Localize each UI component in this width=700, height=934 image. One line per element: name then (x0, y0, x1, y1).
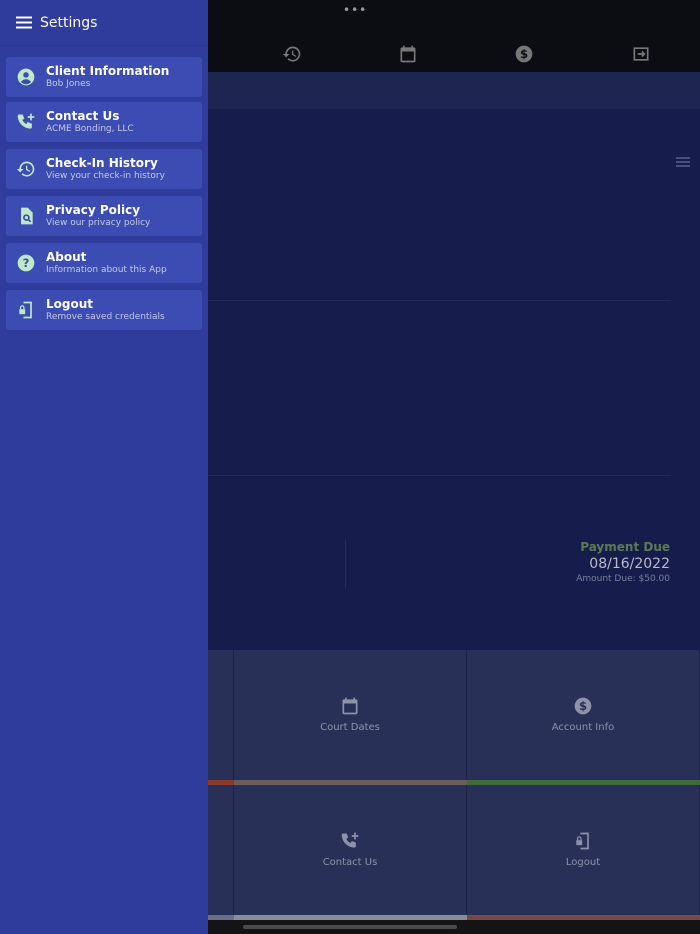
item-subtitle: ACME Bonding, LLC (46, 124, 134, 134)
dollar-icon[interactable]: $ (514, 44, 534, 64)
phone-plus-icon (17, 113, 35, 129)
drawer-header: Settings (0, 0, 208, 46)
tile-label: Account Info (551, 722, 615, 733)
payment-due-title: Payment Due (580, 540, 670, 554)
svg-text:?: ? (23, 256, 30, 270)
home-indicator[interactable] (243, 925, 457, 929)
phone-plus-icon (341, 832, 359, 848)
tile-partial[interactable] (208, 785, 234, 915)
logout-icon[interactable] (631, 44, 651, 64)
drawer-item-client-information[interactable]: Client Information Bob Jones (6, 57, 202, 97)
menu-icon[interactable] (676, 156, 690, 168)
payment-due: Payment Due 08/16/2022 Amount Due: $50.0… (576, 540, 670, 584)
history-icon (16, 161, 35, 177)
drawer-item-privacy-policy[interactable]: Privacy Policy View our privacy policy (6, 196, 202, 236)
file-search-icon (21, 207, 33, 225)
drawer-item-logout[interactable]: Logout Remove saved credentials (6, 290, 202, 330)
drawer-item-about[interactable]: ? About Information about this App (6, 243, 202, 283)
payment-due-date: 08/16/2022 (589, 556, 670, 572)
amount-due: Amount Due: $50.00 (576, 574, 670, 584)
calendar-icon[interactable] (398, 44, 418, 64)
history-icon[interactable] (282, 44, 302, 64)
drawer-item-check-in-history[interactable]: Check-In History View your check-in histo… (6, 149, 202, 189)
tile-label: Court Dates (320, 722, 380, 733)
drawer-title: Settings (40, 14, 98, 31)
item-title: Client Information (46, 64, 170, 78)
settings-drawer: Settings Client Information Bob Jones Con… (0, 0, 208, 934)
item-title: Privacy Policy (46, 203, 141, 217)
item-subtitle: Bob Jones (46, 79, 91, 89)
svg-text:$: $ (520, 47, 528, 61)
phone-lock-icon (576, 832, 589, 850)
item-title: Logout (46, 297, 94, 311)
phone-lock-icon (19, 301, 32, 319)
tile-logout[interactable]: Logout (467, 785, 700, 915)
svg-text:$: $ (579, 699, 587, 713)
tile-contact-us[interactable]: Contact Us (234, 785, 467, 915)
tile-court-dates[interactable]: Court Dates (234, 650, 467, 780)
tile-label: Contact Us (322, 857, 378, 868)
item-subtitle: Information about this App (46, 265, 167, 275)
item-title: About (46, 250, 87, 264)
divider (345, 540, 346, 588)
tile-label: Logout (565, 857, 601, 868)
item-title: Contact Us (46, 109, 120, 123)
help-circle-icon: ? (17, 254, 35, 272)
tile-account-info[interactable]: $ Account Info (467, 650, 700, 780)
menu-icon[interactable] (16, 16, 32, 29)
more-dots[interactable]: ••• (343, 3, 367, 17)
divider (208, 300, 671, 301)
calendar-icon (342, 697, 358, 715)
item-subtitle: View your check-in history (46, 171, 165, 181)
item-subtitle: Remove saved credentials (46, 312, 165, 322)
dollar-icon: $ (574, 697, 592, 715)
item-subtitle: View our privacy policy (46, 218, 151, 228)
item-title: Check-In History (46, 156, 158, 170)
tile-partial[interactable] (208, 650, 234, 780)
account-circle-icon (17, 68, 35, 86)
drawer-item-contact-us[interactable]: Contact Us ACME Bonding, LLC (6, 102, 202, 142)
divider (208, 475, 671, 476)
